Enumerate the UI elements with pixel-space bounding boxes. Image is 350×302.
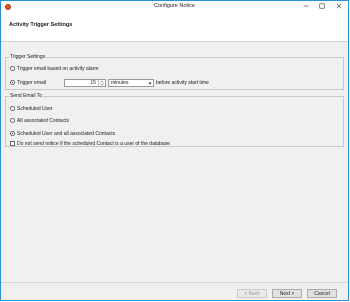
before-start-label: before activity start time bbox=[156, 80, 209, 86]
do-not-send-option[interactable]: Do not send notice if the scheduled Cont… bbox=[10, 140, 170, 147]
trigger-email-option[interactable]: Trigger email bbox=[10, 79, 46, 86]
close-icon bbox=[336, 3, 342, 11]
wizard-footer: < Back Next > Cancel bbox=[1, 282, 348, 301]
close-button[interactable] bbox=[332, 1, 346, 13]
user-and-contacts-option[interactable]: Scheduled User and all associated Contac… bbox=[10, 130, 115, 137]
dropdown-arrow-icon[interactable] bbox=[147, 80, 153, 86]
minutes-value[interactable]: 15 bbox=[90, 80, 96, 86]
stepper-buttons bbox=[98, 79, 105, 88]
minimize-button[interactable] bbox=[299, 1, 313, 13]
page-title: Activity Trigger Settings bbox=[9, 22, 73, 28]
all-contacts-option[interactable]: All associated Contacts bbox=[10, 117, 69, 124]
trigger-email-label: Trigger email bbox=[17, 79, 46, 86]
wizard-header: Activity Trigger Settings bbox=[1, 13, 348, 42]
unit-select[interactable]: minutes bbox=[108, 79, 154, 87]
all-contacts-label: All associated Contacts bbox=[17, 117, 69, 124]
send-email-to-legend: Send Email To bbox=[10, 93, 43, 99]
maximize-icon bbox=[319, 3, 325, 11]
window-title: Configure Notice bbox=[154, 3, 195, 9]
do-not-send-label: Do not send notice if the scheduled Cont… bbox=[17, 140, 170, 147]
title-bar: Configure Notice bbox=[1, 1, 348, 13]
all-contacts-radio[interactable] bbox=[10, 118, 15, 123]
scheduled-user-label: Scheduled User bbox=[17, 105, 53, 112]
scheduled-user-option[interactable]: Scheduled User bbox=[10, 105, 53, 112]
trigger-alarm-label: Trigger email based on activity alarm bbox=[17, 65, 99, 72]
user-and-contacts-label: Scheduled User and all associated Contac… bbox=[17, 130, 116, 137]
minutes-stepper[interactable]: 15 bbox=[64, 79, 106, 87]
minimize-icon bbox=[303, 3, 309, 11]
trigger-alarm-option[interactable]: Trigger email based on activity alarm bbox=[10, 65, 99, 72]
chevron-down-icon bbox=[100, 82, 104, 88]
scheduled-user-radio[interactable] bbox=[10, 106, 15, 111]
back-button[interactable]: < Back bbox=[237, 289, 267, 298]
do-not-send-checkbox[interactable] bbox=[10, 141, 15, 146]
unit-value: minutes bbox=[111, 80, 129, 86]
configure-notice-window: Configure Notice Activity Trigger Settin… bbox=[0, 0, 349, 301]
next-button[interactable]: Next > bbox=[272, 289, 302, 298]
trigger-settings-group: Trigger Settings Trigger email based on … bbox=[5, 54, 344, 90]
trigger-email-radio[interactable] bbox=[10, 80, 15, 85]
stepper-down-button[interactable] bbox=[99, 82, 105, 88]
trigger-settings-legend: Trigger Settings bbox=[10, 54, 46, 60]
send-email-to-group: Send Email To Scheduled User All associa… bbox=[5, 93, 344, 147]
maximize-button[interactable] bbox=[315, 1, 329, 13]
trigger-alarm-radio[interactable] bbox=[10, 66, 15, 71]
cancel-button[interactable]: Cancel bbox=[307, 289, 337, 298]
user-and-contacts-radio[interactable] bbox=[10, 131, 15, 136]
